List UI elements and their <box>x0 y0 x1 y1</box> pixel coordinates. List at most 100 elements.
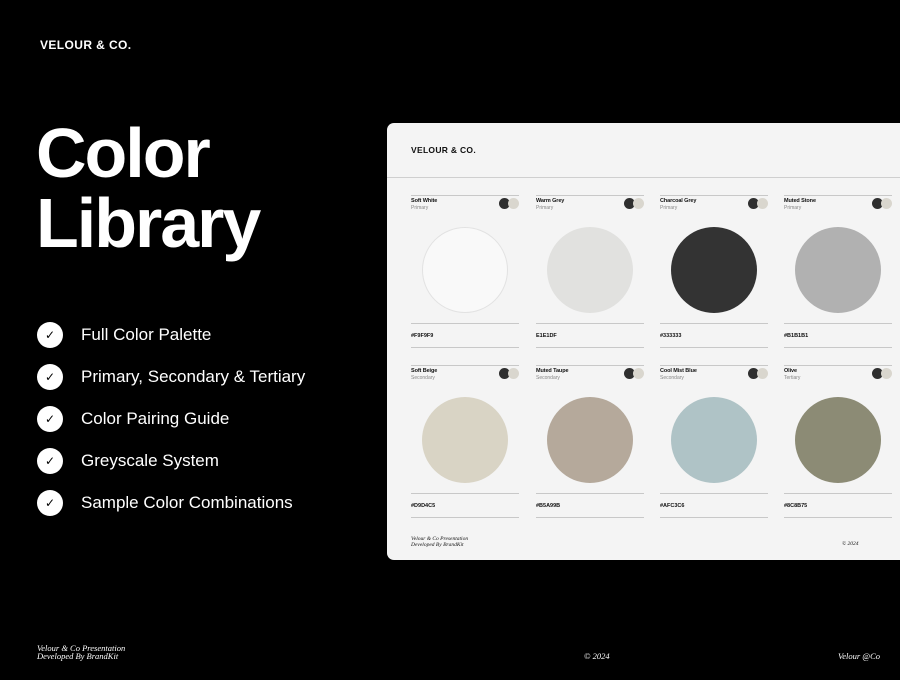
divider <box>660 517 768 518</box>
check-icon: ✓ <box>37 448 63 474</box>
divider <box>660 365 768 366</box>
swatch-tier: Tertiary <box>784 375 801 381</box>
divider <box>784 493 892 494</box>
check-icon: ✓ <box>37 406 63 432</box>
footer-signature: Velour @Co <box>837 651 880 661</box>
feature-item: ✓ Color Pairing Guide <box>37 398 305 440</box>
swatch-circle <box>795 397 881 483</box>
swatch-name: Olive <box>784 368 797 374</box>
feature-item: ✓ Greyscale System <box>37 440 305 482</box>
pairing-dots <box>748 368 768 379</box>
page-title: Color Library <box>36 114 261 262</box>
card-brand: VELOUR & CO. <box>411 145 476 155</box>
divider <box>411 323 519 324</box>
divider <box>784 347 892 348</box>
check-icon: ✓ <box>37 322 63 348</box>
pairing-dots <box>872 198 892 209</box>
swatch-hex: #B1B1B1 <box>784 333 809 339</box>
title-line-1: Color <box>36 114 211 192</box>
footer-credits: Velour & Co Presentation Developed By Br… <box>37 644 125 661</box>
divider <box>784 365 892 366</box>
swatch-circle <box>795 227 881 313</box>
swatch-hex: #D9D4C5 <box>411 503 436 509</box>
swatch-circle <box>671 397 757 483</box>
divider <box>784 323 892 324</box>
divider <box>660 347 768 348</box>
swatch-hex: #8C8B75 <box>784 503 808 509</box>
divider <box>660 493 768 494</box>
footer-credit-line-2: Developed By BrandKit <box>37 651 119 661</box>
light-dot-icon <box>633 368 644 379</box>
divider <box>411 347 519 348</box>
feature-label: Full Color Palette <box>81 325 212 344</box>
divider <box>387 177 900 178</box>
swatch-name: Charcoal Grey <box>660 198 697 204</box>
color-swatch: Soft White Primary #F9F9F9 <box>411 195 519 349</box>
check-icon: ✓ <box>37 490 63 516</box>
pairing-dots <box>499 368 519 379</box>
divider <box>536 195 644 196</box>
pairing-dots <box>624 368 644 379</box>
swatch-circle <box>671 227 757 313</box>
title-line-2: Library <box>36 184 261 262</box>
feature-label: Greyscale System <box>81 451 219 470</box>
swatch-tier: Secondary <box>411 375 435 381</box>
divider <box>536 517 644 518</box>
divider <box>660 195 768 196</box>
pairing-dots <box>748 198 768 209</box>
divider <box>411 365 519 366</box>
feature-item: ✓ Primary, Secondary & Tertiary <box>37 356 305 398</box>
divider <box>536 323 644 324</box>
swatch-tier: Primary <box>536 205 554 211</box>
swatch-hex: #F9F9F9 <box>411 333 434 339</box>
color-library-card: VELOUR & CO. Soft White Primary #F9F9F9 … <box>387 123 900 560</box>
swatch-name: Muted Stone <box>784 198 816 204</box>
feature-label: Color Pairing Guide <box>81 409 230 428</box>
divider <box>536 493 644 494</box>
swatch-tier: Secondary <box>660 375 684 381</box>
brand-logo: VELOUR & CO. <box>40 38 132 52</box>
feature-list: ✓ Full Color Palette ✓ Primary, Secondar… <box>37 314 305 524</box>
divider <box>784 195 892 196</box>
swatch-tier: Secondary <box>536 375 560 381</box>
card-footer-credits: Velour & Co Presentation Developed By Br… <box>411 536 468 548</box>
divider <box>536 365 644 366</box>
swatch-tier: Primary <box>660 205 678 211</box>
light-dot-icon <box>633 198 644 209</box>
light-dot-icon <box>508 198 519 209</box>
light-dot-icon <box>881 368 892 379</box>
footer-copyright: © 2024 <box>584 651 610 661</box>
swatch-circle <box>547 227 633 313</box>
color-swatch: Warm Grey Primary E1E1DF <box>536 195 644 349</box>
feature-item: ✓ Sample Color Combinations <box>37 482 305 524</box>
swatch-hex: E1E1DF <box>536 333 557 339</box>
divider <box>536 347 644 348</box>
divider <box>411 195 519 196</box>
swatch-name: Soft White <box>411 198 438 204</box>
swatch-name: Soft Beige <box>411 368 438 374</box>
light-dot-icon <box>508 368 519 379</box>
divider <box>660 323 768 324</box>
swatch-name: Muted Taupe <box>536 368 569 374</box>
swatch-hex: #AFC3C6 <box>660 503 685 509</box>
pairing-dots <box>499 198 519 209</box>
divider <box>411 493 519 494</box>
color-swatch: Muted Taupe Secondary #B5A99B <box>536 365 644 519</box>
divider <box>411 517 519 518</box>
pairing-dots <box>624 198 644 209</box>
light-dot-icon <box>757 198 768 209</box>
swatch-name: Warm Grey <box>536 198 565 204</box>
swatch-name: Cool Mist Blue <box>660 368 697 374</box>
swatch-hex: #333333 <box>660 333 682 339</box>
feature-item: ✓ Full Color Palette <box>37 314 305 356</box>
color-swatch: Charcoal Grey Primary #333333 <box>660 195 768 349</box>
pairing-dots <box>872 368 892 379</box>
swatch-circle <box>547 397 633 483</box>
color-swatch: Olive Tertiary #8C8B75 <box>784 365 892 519</box>
swatch-circle <box>422 397 508 483</box>
color-swatch: Soft Beige Secondary #D9D4C5 <box>411 365 519 519</box>
light-dot-icon <box>881 198 892 209</box>
card-copyright: © 2024 <box>842 541 859 547</box>
color-swatch: Muted Stone Primary #B1B1B1 <box>784 195 892 349</box>
check-icon: ✓ <box>37 364 63 390</box>
